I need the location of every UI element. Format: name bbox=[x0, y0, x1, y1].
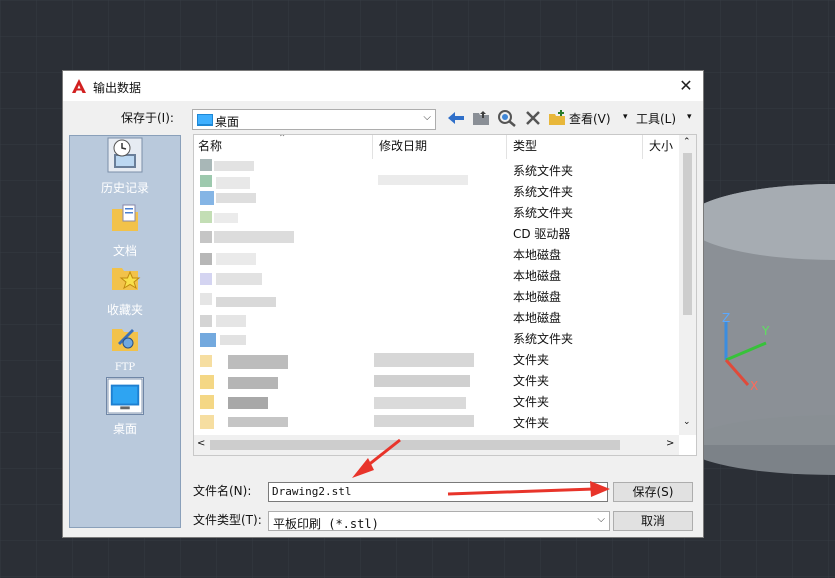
horizontal-scrollbar[interactable]: < > bbox=[194, 435, 679, 455]
horizontal-scroll-thumb[interactable] bbox=[210, 440, 620, 450]
row-type: 系统文件夹 bbox=[513, 206, 574, 220]
column-header-name[interactable]: 名称 bbox=[198, 135, 222, 159]
row-type: 文件夹 bbox=[513, 374, 550, 388]
svg-text:Z: Z bbox=[722, 311, 730, 325]
file-list[interactable]: 名称 ⌃ 修改日期 类型 大小 系统文件夹 系统文件夹 系统文件夹 CD 驱动器… bbox=[193, 134, 697, 456]
row-type: 本地磁盘 bbox=[513, 290, 562, 304]
save-in-combo[interactable]: 桌面 ⌵ bbox=[192, 109, 436, 130]
row-type: 本地磁盘 bbox=[513, 248, 562, 262]
close-icon: ✕ bbox=[679, 76, 693, 95]
row-type: 系统文件夹 bbox=[513, 185, 574, 199]
row-type: 文件夹 bbox=[513, 416, 550, 430]
row-type: 系统文件夹 bbox=[513, 332, 574, 346]
up-folder-icon[interactable] bbox=[471, 109, 491, 127]
row-type: 文件夹 bbox=[513, 353, 550, 367]
search-web-icon[interactable] bbox=[497, 109, 517, 127]
tools-menu[interactable]: 工具(L) bbox=[636, 110, 676, 127]
place-label: FTP bbox=[114, 362, 136, 373]
filename-label: 文件名(N): bbox=[193, 484, 252, 498]
new-folder-icon[interactable] bbox=[547, 109, 567, 127]
column-divider bbox=[642, 135, 643, 159]
save-in-label: 保存于(I): bbox=[121, 111, 174, 125]
row-type: 本地磁盘 bbox=[513, 269, 562, 283]
view-menu-chevron-icon[interactable]: ▾ bbox=[623, 112, 628, 122]
column-header-date[interactable]: 修改日期 bbox=[379, 135, 427, 159]
title-bar: 输出数据 ✕ bbox=[63, 71, 703, 101]
documents-icon bbox=[112, 204, 138, 231]
place-label: 历史记录 bbox=[100, 181, 149, 195]
svg-text:X: X bbox=[750, 379, 758, 393]
ftp-icon bbox=[112, 329, 138, 351]
chevron-down-icon: ⌵ bbox=[423, 112, 431, 123]
desktop-folder-icon bbox=[197, 114, 213, 126]
scroll-left-icon[interactable]: < bbox=[197, 438, 205, 449]
favorites-icon bbox=[112, 268, 141, 290]
back-arrow-icon[interactable] bbox=[446, 109, 466, 127]
place-label: 文档 bbox=[112, 244, 137, 258]
scroll-right-icon[interactable]: > bbox=[666, 438, 674, 449]
row-type: 本地磁盘 bbox=[513, 311, 562, 325]
svg-text:Y: Y bbox=[761, 324, 770, 338]
autocad-logo-icon bbox=[72, 79, 86, 93]
dialog-title: 输出数据 bbox=[93, 81, 142, 95]
filetype-combo[interactable]: 平板印刷 (*.stl) ⌵ bbox=[268, 511, 610, 531]
cancel-button[interactable]: 取消 bbox=[613, 511, 693, 531]
sort-ascending-icon: ⌃ bbox=[278, 134, 287, 144]
column-divider bbox=[372, 135, 373, 159]
close-button[interactable]: ✕ bbox=[675, 75, 697, 97]
desktop-icon bbox=[106, 377, 144, 415]
row-type: 文件夹 bbox=[513, 395, 550, 409]
filetype-value: 平板印刷 (*.stl) bbox=[273, 517, 379, 531]
chevron-down-icon: ⌵ bbox=[597, 514, 605, 525]
filetype-label: 文件类型(T): bbox=[193, 513, 262, 527]
history-icon bbox=[107, 137, 143, 173]
place-label: 收藏夹 bbox=[106, 303, 143, 317]
save-button[interactable]: 保存(S) bbox=[613, 482, 693, 502]
row-type: 系统文件夹 bbox=[513, 164, 574, 178]
row-type: CD 驱动器 bbox=[513, 227, 571, 241]
column-divider bbox=[506, 135, 507, 159]
column-header-size[interactable]: 大小 bbox=[649, 135, 673, 159]
place-label: 桌面 bbox=[112, 422, 137, 436]
tools-menu-chevron-icon[interactable]: ▾ bbox=[687, 112, 692, 122]
column-header-type[interactable]: 类型 bbox=[513, 135, 537, 159]
export-data-dialog: 输出数据 ✕ 保存于(I): 桌面 ⌵ 查看(V) ▾ 工具(L) ▾ 历史记录… bbox=[62, 70, 704, 538]
vertical-scroll-thumb[interactable] bbox=[683, 153, 692, 315]
delete-icon[interactable] bbox=[523, 109, 543, 127]
places-bar: 历史记录 文档 收藏夹 FTP 桌面 bbox=[69, 135, 181, 528]
filename-input[interactable]: Drawing2.stl bbox=[268, 482, 608, 502]
vertical-scrollbar[interactable]: ⌃ ⌄ bbox=[679, 135, 696, 435]
scroll-down-icon[interactable]: ⌄ bbox=[683, 417, 691, 427]
save-in-value: 桌面 bbox=[215, 115, 240, 129]
scroll-up-icon[interactable]: ⌃ bbox=[683, 137, 691, 147]
view-menu[interactable]: 查看(V) bbox=[569, 110, 611, 127]
blurred-file-names bbox=[200, 159, 474, 429]
cylinder-model bbox=[685, 184, 835, 475]
